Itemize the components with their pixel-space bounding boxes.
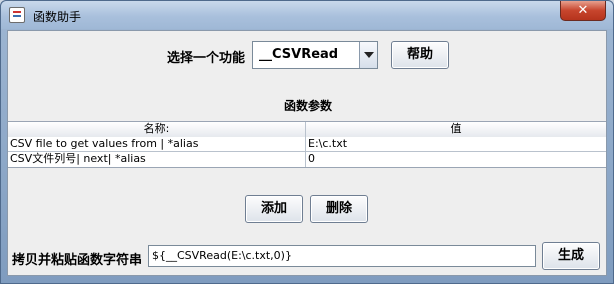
- column-header-name[interactable]: 名称:: [8, 122, 306, 137]
- close-button[interactable]: ✕: [560, 1, 606, 21]
- dialog-window: 函数助手 ✕ 选择一个功能 __CSVRead 帮助 函数参数 名称: 值 CS…: [0, 0, 614, 284]
- function-select-value: __CSVRead: [259, 47, 339, 62]
- dialog-content: 选择一个功能 __CSVRead 帮助 函数参数 名称: 值 CSV file …: [7, 30, 607, 276]
- table-header: 名称: 值: [8, 122, 606, 137]
- param-name-cell[interactable]: CSV文件列号| next| *alias: [8, 152, 306, 167]
- output-label: 拷贝并粘贴函数字符串: [12, 253, 143, 268]
- function-string-field[interactable]: ${__CSVRead(E:\c.txt,0)}: [148, 245, 536, 267]
- function-select[interactable]: __CSVRead: [252, 41, 378, 69]
- title-bar[interactable]: 函数助手 ✕: [1, 1, 613, 29]
- help-button[interactable]: 帮助: [391, 41, 449, 69]
- app-icon: [9, 7, 25, 23]
- params-section-title: 函数参数: [283, 99, 332, 113]
- params-table: 名称: 值 CSV file to get values from | *ali…: [8, 121, 606, 168]
- delete-button[interactable]: 删除: [310, 195, 368, 223]
- param-value-cell[interactable]: 0: [306, 152, 606, 167]
- table-row[interactable]: CSV文件列号| next| *alias 0: [8, 152, 606, 167]
- window-title: 函数助手: [33, 10, 82, 24]
- column-header-value[interactable]: 值: [306, 122, 606, 137]
- add-button[interactable]: 添加: [245, 195, 303, 223]
- generate-button[interactable]: 生成: [542, 242, 600, 270]
- chevron-down-icon[interactable]: [359, 42, 377, 68]
- param-value-cell[interactable]: E:\c.txt: [306, 137, 606, 152]
- table-row[interactable]: CSV file to get values from | *alias E:\…: [8, 137, 606, 152]
- function-picker-label: 选择一个功能: [167, 51, 246, 66]
- param-name-cell[interactable]: CSV file to get values from | *alias: [8, 137, 306, 152]
